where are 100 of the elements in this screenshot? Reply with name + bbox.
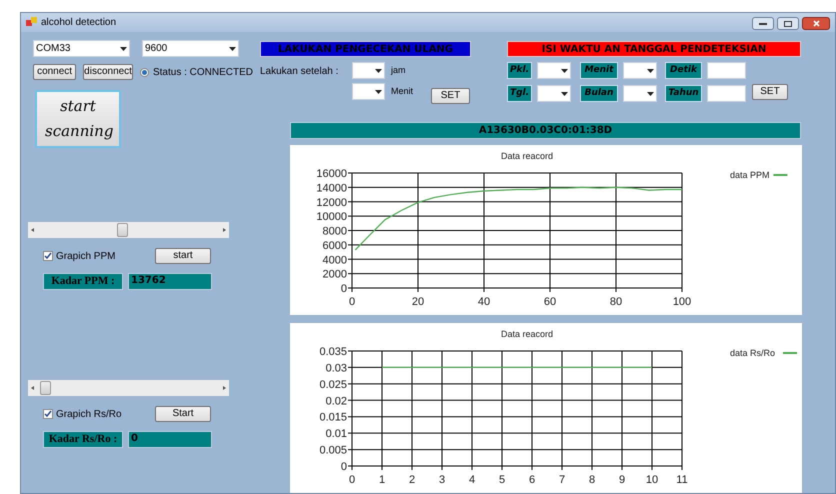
recheck-label: Lakukan setelah : [260,65,340,79]
field-label: Detik [665,62,702,79]
interval-dropdown[interactable] [352,83,385,100]
window-title: alcohol detection [41,16,116,30]
baud-dropdown[interactable]: 9600 [142,40,239,57]
y-tick-label: 14000 [316,182,347,194]
field-label: Tahun [665,85,702,102]
readout-label: Kadar PPM : [43,273,123,290]
x-tick-label: 80 [610,296,622,308]
x-tick-label: 5 [498,474,506,486]
x-tick-label: 2 [408,474,416,486]
caret-icon [120,46,127,50]
right-arrow-icon [223,228,226,232]
x-tick-label: 10 [646,474,658,486]
left-arrow-icon [31,228,34,232]
y-tick-label: 4000 [322,254,347,266]
y-tick-label: 0.03 [326,362,347,374]
maximize-button[interactable] [777,17,799,30]
checkbox-label: Grapich PPM [56,250,116,264]
x-tick-label: 6 [528,474,536,486]
y-tick-label: 0.02 [326,395,347,408]
close-icon [812,20,820,27]
checkbox[interactable] [43,409,53,419]
set-button[interactable]: SET [752,84,788,100]
y-tick-label: 0.01 [326,428,347,440]
radio-button[interactable] [140,68,149,76]
port-dropdown[interactable]: COM33 [33,40,130,57]
x-tick-label: 4 [468,474,476,486]
scroll-thumb[interactable] [40,381,51,395]
start-button[interactable]: Start [155,406,211,422]
scroll-bar[interactable] [28,222,229,238]
disconnect-button[interactable]: disconnect [83,64,133,80]
caret-icon [375,68,382,72]
start-button[interactable]: start [155,248,211,264]
readout-value: 0 [128,431,212,448]
legend-label: data Rs/Ro [730,348,776,358]
unit-label: jam [391,64,407,77]
field-label: Pkl. [507,62,532,79]
x-tick-label: 100 [672,296,692,308]
readout-label: Kadar Rs/Ro : [43,431,123,448]
left-arrow-icon [31,386,34,390]
recheck-header: LAKUKAN PENGECEKAN ULANG [260,41,471,57]
x-tick-label: 1 [378,474,386,486]
checkbox-label: Grapich Rs/Ro [56,408,122,422]
x-tick-label: 7 [558,474,566,486]
y-tick-label: 0.005 [319,444,347,457]
scroll-thumb[interactable] [117,223,128,237]
y-tick-label: 2000 [322,268,347,281]
chart-title: Data reacord [500,329,554,339]
connect-button[interactable]: connect [33,64,76,80]
legend-label: data PPM [730,170,770,180]
time-dropdown[interactable] [537,85,571,102]
input-field[interactable] [707,62,746,79]
y-tick-label: 16000 [316,168,347,180]
x-tick-label: 3 [438,474,446,486]
y-tick-label: 0 [340,461,347,473]
status-label: Status : CONNECTED [152,66,253,80]
y-tick-label: 6000 [322,240,347,252]
field-label: Menit [580,62,618,79]
y-tick-label: 0.025 [319,378,347,391]
close-button[interactable] [802,17,830,30]
input-field[interactable] [707,85,746,102]
x-tick-label: 11 [676,474,688,486]
time-dropdown[interactable] [623,62,657,79]
check-icon [44,410,52,418]
minimize-button[interactable] [752,17,774,30]
data-bar: A13630B0.03C0:01:38D [290,122,801,139]
start-scanning-button[interactable]: start scanning [35,90,121,148]
y-tick-label: 0 [340,283,347,295]
readout-value: 13762 [128,273,212,290]
checkbox[interactable] [43,251,53,261]
schedule-header: ISI WAKTU AN TANGGAL PENDETEKSIAN [507,41,801,57]
unit-label: Menit [391,84,414,98]
caret-icon [561,68,568,72]
interval-dropdown[interactable] [352,62,385,79]
right-arrow-icon [223,386,226,390]
x-tick-label: 20 [412,296,424,308]
caret-icon [229,46,236,50]
caret-icon [647,68,654,72]
x-tick-label: 9 [618,474,626,486]
chart-title: Data reacord [500,151,554,161]
field-label: Bulan [580,85,618,102]
app-icon [26,17,37,28]
check-icon [44,252,52,260]
caret-icon [561,92,568,96]
y-tick-label: 12000 [316,196,347,209]
x-tick-label: 8 [588,474,596,486]
y-tick-label: 0.035 [319,346,347,358]
x-tick-label: 60 [544,296,556,308]
y-tick-label: 10000 [316,211,347,224]
scroll-bar[interactable] [28,380,229,396]
x-tick-label: 40 [478,296,490,308]
caret-icon [375,90,382,94]
x-tick-label: 0 [348,296,356,308]
y-tick-label: 0.015 [319,412,347,424]
y-tick-label: 8000 [322,226,347,238]
time-dropdown[interactable] [623,85,657,102]
x-tick-label: 0 [348,474,356,486]
time-dropdown[interactable] [537,62,571,79]
set-button[interactable]: SET [431,88,470,104]
